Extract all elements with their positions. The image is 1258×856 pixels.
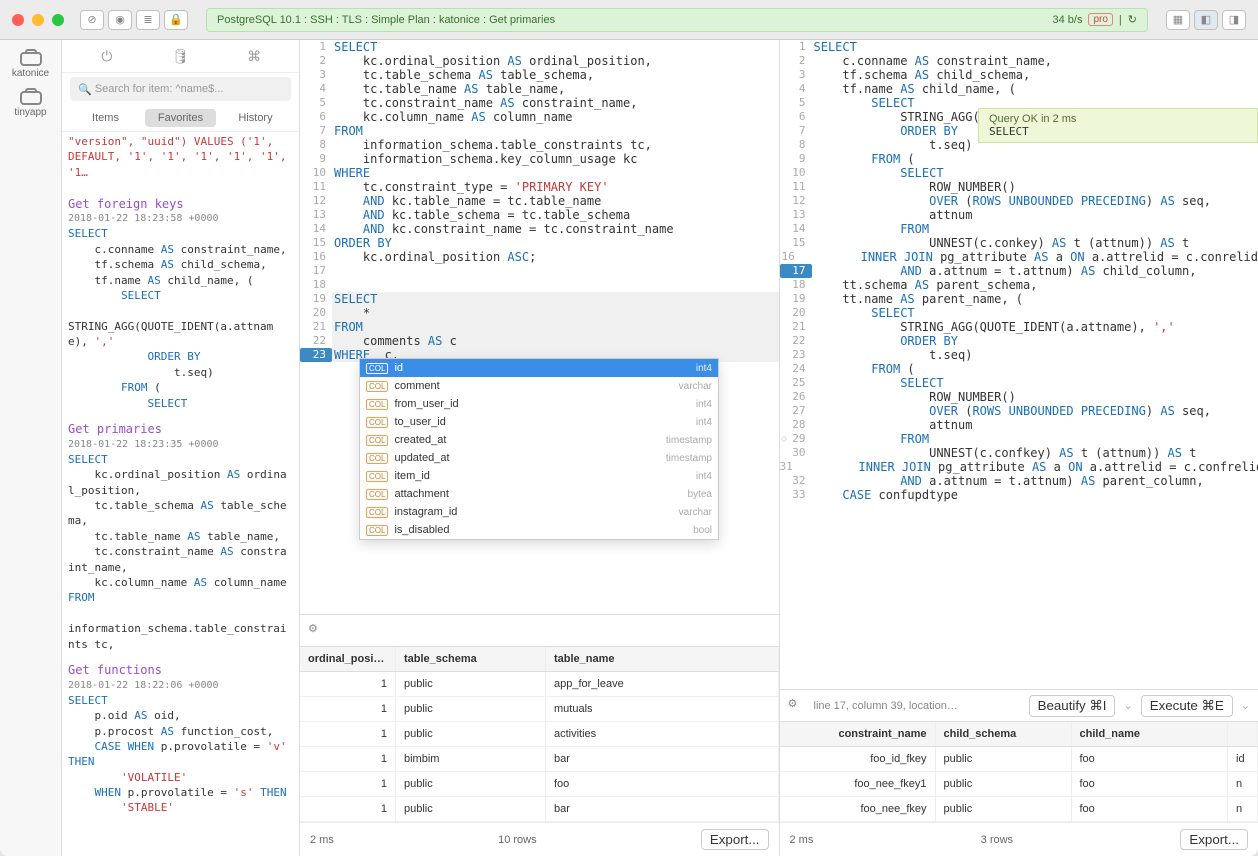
refresh-icon[interactable]: ↻ <box>1128 13 1137 26</box>
grid-view-button[interactable]: ▦ <box>1166 10 1190 30</box>
autocomplete-item[interactable]: COLcomment varchar <box>360 377 718 395</box>
autocomplete-item[interactable]: COLto_user_id int4 <box>360 413 718 431</box>
autocomplete-item[interactable]: COLitem_id int4 <box>360 467 718 485</box>
database-icon[interactable]: 🛢 <box>168 46 192 66</box>
tab-favorites[interactable]: Favorites <box>145 109 216 127</box>
rail-db-tinyapp[interactable]: tinyapp <box>6 85 56 124</box>
split-left-button[interactable]: ◧ <box>1194 10 1218 30</box>
col-child-name[interactable]: child_name <box>1072 722 1229 746</box>
favorite-sql-preview: SELECT kc.ordinal_position AS ordinal_po… <box>68 452 293 652</box>
col-table-name[interactable]: table_name <box>546 647 779 671</box>
table-row[interactable]: 1bimbimbar <box>300 747 779 772</box>
col-ordinal-position[interactable]: ordinal_position <box>300 647 396 671</box>
table-row[interactable]: 1publicapp_for_leave <box>300 672 779 697</box>
stop-button[interactable]: ⊘ <box>80 10 104 30</box>
connection-string: PostgreSQL 10.1 : SSH : TLS : Simple Pla… <box>217 14 555 26</box>
cursor-location: line 17, column 39, location… <box>814 700 958 712</box>
autocomplete-item[interactable]: COLfrom_user_id int4 <box>360 395 718 413</box>
tab-history[interactable]: History <box>220 109 291 127</box>
autocomplete-item[interactable]: COLis_disabled bool <box>360 521 718 539</box>
app-window: ⊘ ◉ ≣ 🔒 PostgreSQL 10.1 : SSH : TLS : Si… <box>0 0 1258 856</box>
chevron-down-icon[interactable]: ⌄ <box>1241 699 1250 712</box>
col-extra[interactable] <box>1228 722 1258 746</box>
tab-items[interactable]: Items <box>70 109 141 127</box>
export-button[interactable]: Export... <box>1180 829 1248 850</box>
query-panel-right: Query OK in 2 ms SELECT 1SELECT2 c.conna… <box>780 40 1258 856</box>
power-icon[interactable]: ⏻ <box>95 46 119 66</box>
split-right-button[interactable]: ◨ <box>1222 10 1246 30</box>
sidebar-content[interactable]: "version", "uuid") VALUES ('1',DEFAULT, … <box>62 132 299 856</box>
chevron-down-icon[interactable]: ⌄ <box>1123 699 1132 712</box>
connection-rail: katonice tinyapp <box>0 40 62 856</box>
table-row[interactable]: 1publicmutuals <box>300 697 779 722</box>
beautify-button[interactable]: Beautify ⌘I <box>1029 695 1116 717</box>
connection-bar: PostgreSQL 10.1 : SSH : TLS : Simple Pla… <box>206 8 1148 32</box>
lock-button[interactable]: 🔒 <box>164 10 188 30</box>
favorite-primaries[interactable]: Get primaries <box>68 421 293 438</box>
traffic-lights <box>12 14 64 26</box>
zoom-window-button[interactable] <box>52 14 64 26</box>
row-count: 3 rows <box>833 834 1160 846</box>
table-row[interactable]: foo_nee_fkeypublicfoon <box>780 797 1258 822</box>
query-ok-toast: Query OK in 2 ms SELECT <box>978 108 1258 143</box>
minimize-window-button[interactable] <box>32 14 44 26</box>
autocomplete-item[interactable]: COLupdated_at timestamp <box>360 449 718 467</box>
titlebar: ⊘ ◉ ≣ 🔒 PostgreSQL 10.1 : SSH : TLS : Si… <box>0 0 1258 40</box>
col-constraint-name[interactable]: constraint_name <box>780 722 936 746</box>
col-child-schema[interactable]: child_schema <box>936 722 1072 746</box>
row-count: 10 rows <box>354 834 681 846</box>
autocomplete-item[interactable]: COLid int4 <box>360 359 718 377</box>
execute-button[interactable]: Execute ⌘E <box>1141 695 1233 717</box>
view-button[interactable]: ◉ <box>108 10 132 30</box>
favorite-functions[interactable]: Get functions <box>68 662 293 679</box>
table-row[interactable]: foo_id_fkeypublicfooid <box>780 747 1258 772</box>
pro-badge: pro <box>1088 13 1112 26</box>
autocomplete-item[interactable]: COLinstagram_id varchar <box>360 503 718 521</box>
transfer-rate: 34 b/s <box>1053 14 1083 26</box>
search-icon: 🔍 <box>78 83 92 96</box>
sidebar: ⏻ 🛢 ⌘ 🔍 Search for item: ^name$... Items… <box>62 40 300 856</box>
table-row[interactable]: 1publicactivities <box>300 722 779 747</box>
close-window-button[interactable] <box>12 14 24 26</box>
query-time: 2 ms <box>790 834 814 846</box>
autocomplete-popup[interactable]: COLid int4 COLcomment varchar COLfrom_us… <box>359 358 719 540</box>
favorite-foreign-keys[interactable]: Get foreign keys <box>68 196 293 213</box>
results-right: constraint_name child_schema child_name … <box>780 721 1258 856</box>
search-input[interactable]: 🔍 Search for item: ^name$... <box>70 77 291 101</box>
table-row[interactable]: foo_nee_fkey1publicfoon <box>780 772 1258 797</box>
favorite-sql-preview: SELECT p.oid AS oid, p.procost AS functi… <box>68 693 293 816</box>
export-button[interactable]: Export... <box>701 829 769 850</box>
results-left: ordinal_position table_schema table_name… <box>300 646 779 856</box>
filter-button[interactable]: ≣ <box>136 10 160 30</box>
query-time: 2 ms <box>310 834 334 846</box>
rail-db-katonice[interactable]: katonice <box>6 46 56 85</box>
table-row[interactable]: 1publicfoo <box>300 772 779 797</box>
autocomplete-item[interactable]: COLattachment bytea <box>360 485 718 503</box>
terminal-icon[interactable]: ⌘ <box>242 46 266 66</box>
gear-icon[interactable]: ⚙ <box>788 697 806 715</box>
separator: | <box>1119 14 1122 26</box>
gear-icon[interactable]: ⚙ <box>308 622 326 640</box>
favorite-sql-preview: SELECT c.conname AS constraint_name, tf.… <box>68 226 293 411</box>
autocomplete-item[interactable]: COLcreated_at timestamp <box>360 431 718 449</box>
col-table-schema[interactable]: table_schema <box>396 647 546 671</box>
table-row[interactable]: 1publicbar <box>300 797 779 822</box>
